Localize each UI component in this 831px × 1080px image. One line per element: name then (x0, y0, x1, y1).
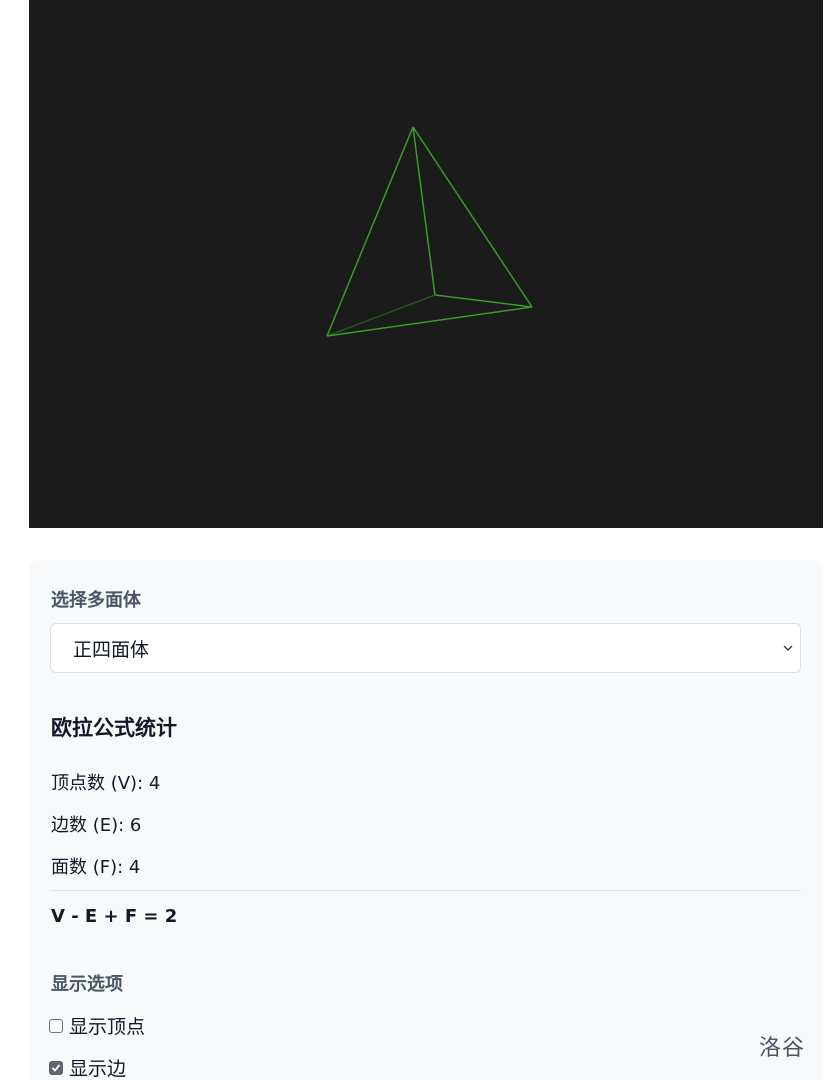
vertex-count: 顶点数 (V): 4 (51, 773, 161, 794)
checkmark-icon (51, 1063, 61, 1072)
polyhedron-edge (434, 294, 533, 308)
control-panel: 选择多面体 正四面体 欧拉公式统计 顶点数 (V): 4 边数 (E): 6 面… (29, 560, 823, 1080)
polyhedron-edge (326, 306, 533, 337)
chevron-down-icon (783, 645, 793, 651)
show-edges-checkbox[interactable] (49, 1060, 63, 1075)
show-edges-option[interactable]: 显示边 (49, 1054, 126, 1080)
face-count: 面数 (F): 4 (51, 857, 141, 878)
divider (50, 890, 801, 891)
polyhedron-select[interactable]: 正四面体 (50, 623, 801, 673)
polyhedron-select-label: 选择多面体 (51, 590, 141, 611)
polyhedron-edge (412, 126, 436, 296)
polyhedron-select-value: 正四面体 (73, 638, 150, 661)
edge-count: 边数 (E): 6 (51, 815, 142, 836)
hidden-edge (326, 294, 436, 337)
polyhedron-edge (326, 126, 414, 337)
show-edges-label: 显示边 (69, 1058, 127, 1080)
polyhedron-canvas[interactable] (29, 0, 823, 528)
polyhedron-edge (412, 126, 533, 308)
euler-formula: V - E + F = 2 (51, 906, 178, 927)
3d-viewport[interactable] (29, 0, 823, 528)
show-vertices-checkbox[interactable] (49, 1018, 63, 1033)
show-vertices-label: 显示顶点 (69, 1016, 146, 1038)
display-options-label: 显示选项 (51, 974, 123, 995)
watermark: 洛谷 (759, 1036, 806, 1061)
page: 选择多面体 正四面体 欧拉公式统计 顶点数 (V): 4 边数 (E): 6 面… (0, 0, 831, 1080)
euler-stats-title: 欧拉公式统计 (51, 716, 177, 740)
show-vertices-option[interactable]: 显示顶点 (49, 1012, 145, 1039)
